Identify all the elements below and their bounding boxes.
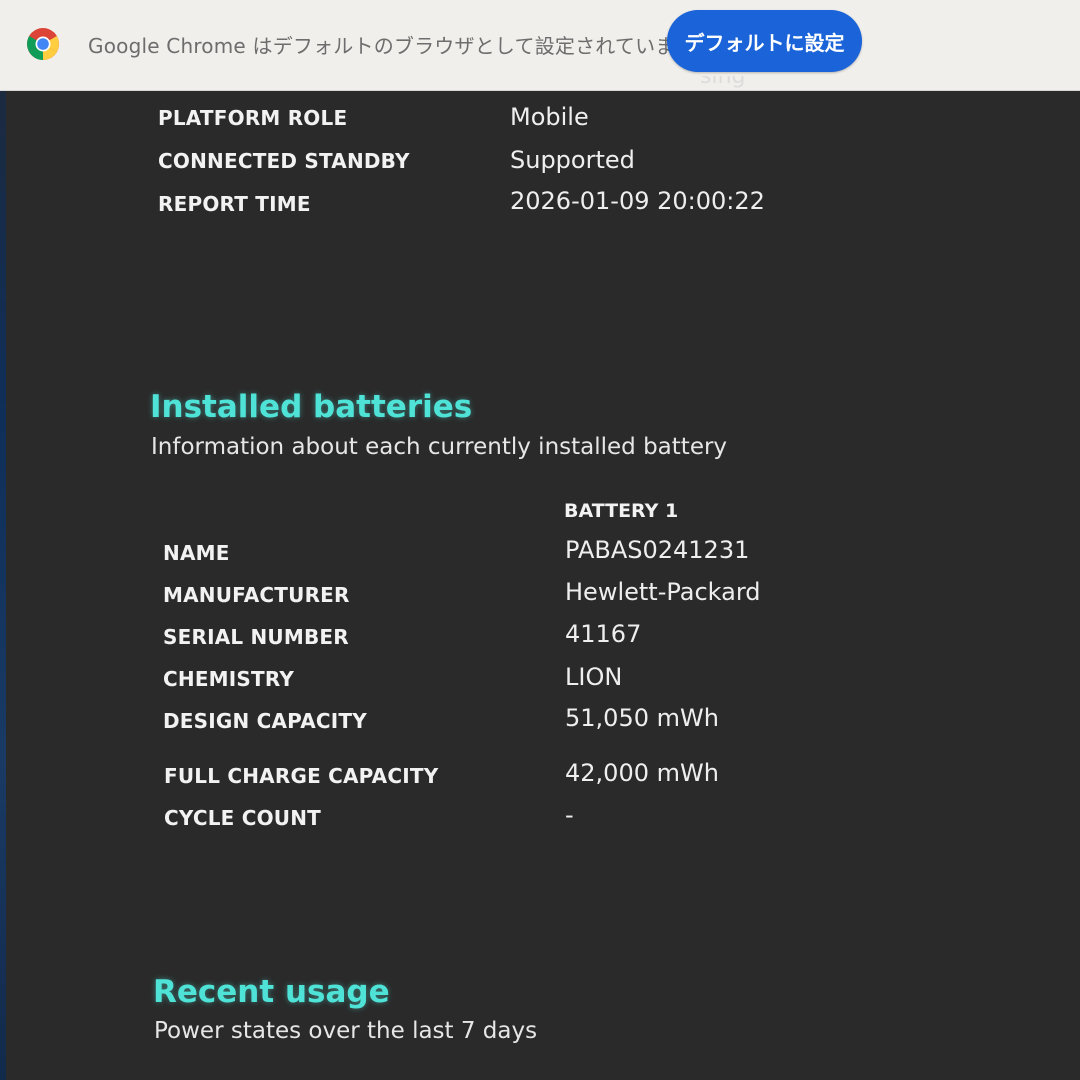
battery-manufacturer-value: Hewlett-Packard <box>565 578 761 606</box>
report-time-label: REPORT TIME <box>158 192 311 216</box>
installed-batteries-subtitle: Information about each currently install… <box>151 434 728 460</box>
battery-design-capacity-value: 51,050 mWh <box>565 704 719 732</box>
platform-role-label: PLATFORM ROLE <box>158 106 348 130</box>
set-default-button[interactable]: デフォルトに設定 <box>667 10 862 72</box>
battery-name-value: PABAS0241231 <box>565 536 750 564</box>
battery-cycle-count-label: CYCLE COUNT <box>164 806 321 830</box>
recent-usage-subtitle: Power states over the last 7 days <box>154 1018 538 1044</box>
battery-chemistry-label: CHEMISTRY <box>163 667 295 691</box>
recent-usage-heading: Recent usage <box>153 974 390 1010</box>
battery-serial-value: 41167 <box>565 620 642 648</box>
platform-role-value: Mobile <box>510 103 589 131</box>
battery-chemistry-value: LION <box>565 663 623 691</box>
clipped-heading-text: sing <box>700 76 746 89</box>
battery-full-charge-value: 42,000 mWh <box>565 759 719 787</box>
battery-column-header: BATTERY 1 <box>564 500 679 522</box>
battery-full-charge-label: FULL CHARGE CAPACITY <box>164 764 439 788</box>
battery-name-label: NAME <box>163 541 230 565</box>
installed-batteries-heading: Installed batteries <box>150 389 473 425</box>
battery-serial-label: SERIAL NUMBER <box>163 625 349 649</box>
clipped-heading-fragment: sing <box>700 76 770 90</box>
battery-design-capacity-label: DESIGN CAPACITY <box>163 709 367 733</box>
connected-standby-value: Supported <box>510 146 635 174</box>
report-time-value: 2026-01-09 20:00:22 <box>510 187 765 215</box>
battery-manufacturer-label: MANUFACTURER <box>163 583 350 607</box>
infobar-message: Google Chrome はデフォルトのブラウザとして設定されていません <box>88 34 716 58</box>
desktop-edge <box>0 90 6 1080</box>
chrome-icon <box>27 28 59 60</box>
battery-cycle-count-value: - <box>565 801 574 829</box>
connected-standby-label: CONNECTED STANDBY <box>158 149 410 173</box>
default-browser-infobar: Google Chrome はデフォルトのブラウザとして設定されていません デフ… <box>0 0 1080 91</box>
